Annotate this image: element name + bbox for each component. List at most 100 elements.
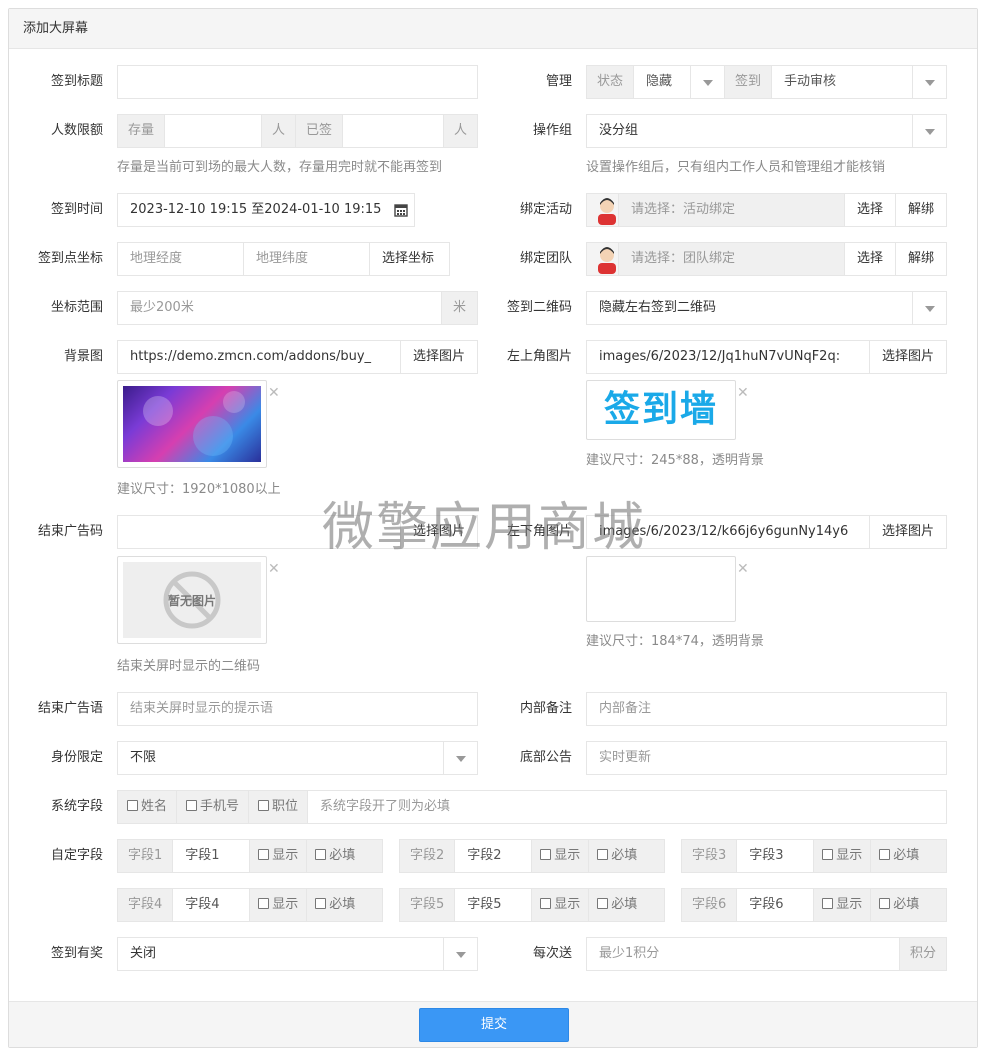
bg-url-input[interactable]: https://demo.zmcn.com/addons/buy_ [118, 341, 400, 373]
custom-field-group: 字段5 字段5 显示 必填 [399, 888, 665, 922]
stock-addon: 存量 [118, 115, 166, 147]
bottomleft-group: images/6/2023/12/k66j6y6gunNy14y6 选择图片 [586, 515, 947, 549]
sysfield-job-checkbox[interactable]: 职位 [249, 791, 309, 823]
signed-addon: 已签 [296, 115, 344, 147]
stock-input[interactable] [165, 115, 261, 147]
label-title: 签到标题 [50, 74, 103, 89]
custom-field-name: 字段5 [400, 889, 456, 921]
custom-required-checkbox[interactable]: 必填 [307, 840, 382, 872]
qrcode-select[interactable]: 隐藏左右签到二维码 [586, 291, 947, 325]
custom-field-name: 字段1 [118, 840, 174, 872]
custom-required-checkbox[interactable]: 必填 [589, 840, 664, 872]
custom-show-checkbox[interactable]: 显示 [813, 889, 872, 921]
note-input[interactable]: 内部备注 [586, 692, 947, 726]
topleft-select-button[interactable]: 选择图片 [868, 341, 946, 373]
sysfield-name-checkbox[interactable]: 姓名 [118, 791, 178, 823]
no-image-placeholder: 暂无图片 [123, 562, 261, 638]
topleft-remove-icon[interactable]: ✕ [737, 386, 749, 400]
topleft-thumbnail: 签到墙 [586, 380, 736, 440]
chevron-down-icon[interactable] [690, 66, 724, 98]
custom-field-input[interactable]: 字段5 [455, 889, 531, 921]
time-range-input[interactable]: 2023-12-10 19:15 至2024-01-10 19:15 [117, 193, 415, 227]
submit-button[interactable]: 提交 [419, 1008, 569, 1042]
sysfield-input[interactable]: 系统字段开了则为必填 [308, 791, 946, 823]
chevron-down-icon [912, 292, 946, 324]
chevron-down-icon[interactable] [912, 66, 946, 98]
label-time: 签到时间 [50, 202, 103, 217]
label-topleft: 左上角图片 [506, 349, 572, 364]
each-group: 最少1积分 积分 [586, 937, 947, 971]
sign-select[interactable]: 手动审核 [772, 66, 912, 98]
checkbox-icon [597, 849, 609, 860]
custom-required-checkbox[interactable]: 必填 [871, 889, 946, 921]
each-input[interactable]: 最少1积分 [587, 938, 899, 970]
custom-field-input[interactable]: 字段3 [737, 840, 813, 872]
endqr-remove-icon[interactable]: ✕ [268, 562, 280, 576]
bottomleft-url-input[interactable]: images/6/2023/12/k66j6y6gunNy14y6 [587, 516, 869, 548]
opgroup-help: 设置操作组后，只有组内工作人员和管理组才能核销 [586, 160, 886, 175]
custom-required-checkbox[interactable]: 必填 [871, 840, 946, 872]
custom-field-name: 字段6 [682, 889, 738, 921]
label-notice: 底部公告 [519, 750, 572, 765]
bg-remove-icon[interactable]: ✕ [268, 386, 280, 400]
checkbox-icon [186, 800, 198, 811]
custom-field-group: 字段3 字段3 显示 必填 [681, 839, 947, 873]
lng-input[interactable]: 地理经度 [118, 243, 243, 275]
reward-select[interactable]: 关闭 [117, 937, 478, 971]
label-bottomleft: 左下角图片 [506, 524, 572, 539]
checkbox-icon [258, 800, 270, 811]
team-unbind-button[interactable]: 解绑 [894, 243, 946, 275]
notice-input[interactable]: 实时更新 [586, 741, 947, 775]
custom-field-input[interactable]: 字段6 [737, 889, 813, 921]
endqr-url-input[interactable] [118, 516, 400, 548]
activity-select-button[interactable]: 选择 [843, 194, 895, 226]
activity-group: 请选择：活动绑定 选择 解绑 [586, 193, 947, 227]
custom-required-checkbox[interactable]: 必填 [307, 889, 382, 921]
lat-input[interactable]: 地理纬度 [243, 243, 369, 275]
signed-input[interactable] [343, 115, 443, 147]
state-select[interactable]: 隐藏 [634, 66, 690, 98]
opgroup-select[interactable]: 没分组 [586, 114, 947, 148]
custom-field-name: 字段3 [682, 840, 738, 872]
custom-field-input[interactable]: 字段2 [455, 840, 531, 872]
custom-show-checkbox[interactable]: 显示 [249, 840, 308, 872]
endmsg-input[interactable]: 结束关屏时显示的提示语 [117, 692, 478, 726]
bg-select-button[interactable]: 选择图片 [399, 341, 477, 373]
topleft-logo-image: 签到墙 [603, 389, 718, 430]
state-addon: 状态 [587, 66, 635, 98]
title-input[interactable] [117, 65, 478, 99]
team-input[interactable]: 请选择：团队绑定 [619, 243, 844, 275]
checkbox-icon [315, 898, 327, 909]
no-image-text: 暂无图片 [167, 594, 216, 608]
custom-required-checkbox[interactable]: 必填 [589, 889, 664, 921]
sysfield-phone-checkbox[interactable]: 手机号 [177, 791, 250, 823]
select-coord-button[interactable]: 选择坐标 [369, 243, 447, 275]
topleft-url-input[interactable]: images/6/2023/12/Jq1huN7vUNqF2q: [587, 341, 869, 373]
custom-show-checkbox[interactable]: 显示 [531, 840, 590, 872]
team-select-button[interactable]: 选择 [843, 243, 895, 275]
activity-input[interactable]: 请选择：活动绑定 [619, 194, 844, 226]
custom-show-checkbox[interactable]: 显示 [531, 889, 590, 921]
checkbox-icon [597, 898, 609, 909]
label-manage: 管理 [545, 74, 572, 89]
custom-show-checkbox[interactable]: 显示 [813, 840, 872, 872]
bg-thumbnail [117, 380, 267, 468]
activity-unbind-button[interactable]: 解绑 [894, 194, 946, 226]
checkbox-icon [258, 898, 270, 909]
label-custom: 自定字段 [50, 848, 103, 863]
endqr-thumbnail: 暂无图片 [117, 556, 267, 644]
bg-image [123, 386, 261, 462]
identity-select[interactable]: 不限 [117, 741, 478, 775]
bottomleft-remove-icon[interactable]: ✕ [737, 562, 749, 576]
range-input[interactable]: 最少200米 [118, 292, 441, 324]
custom-field-input[interactable]: 字段1 [173, 840, 249, 872]
bottomleft-thumbnail [586, 556, 736, 622]
custom-field-name: 字段2 [400, 840, 456, 872]
custom-field-input[interactable]: 字段4 [173, 889, 249, 921]
bottomleft-help: 建议尺寸：184*74，透明背景 [586, 634, 764, 649]
limit-group: 存量 人 已签 人 [117, 114, 478, 148]
bottomleft-select-button[interactable]: 选择图片 [868, 516, 946, 548]
label-coord: 签到点坐标 [37, 251, 103, 266]
endqr-select-button[interactable]: 选择图片 [399, 516, 477, 548]
custom-show-checkbox[interactable]: 显示 [249, 889, 308, 921]
